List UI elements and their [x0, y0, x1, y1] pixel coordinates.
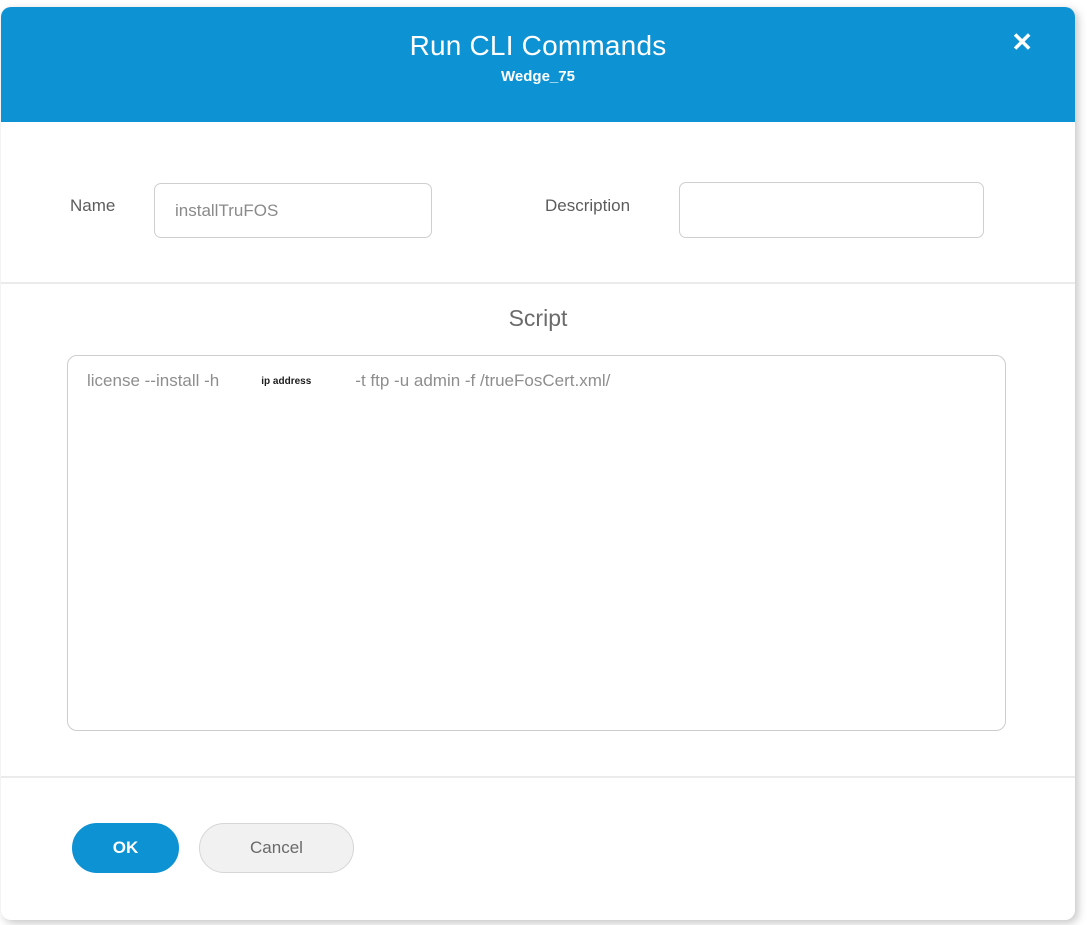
page-background: Run CLI Commands Wedge_75 ✕ Name Descrip… [0, 0, 1087, 925]
section-divider-top [1, 282, 1075, 284]
script-heading: Script [1, 305, 1075, 332]
close-icon[interactable]: ✕ [1011, 29, 1033, 55]
ok-button[interactable]: OK [72, 823, 179, 873]
script-command-part1: license --install -h [87, 371, 219, 390]
dialog-header: Run CLI Commands Wedge_75 ✕ [1, 7, 1075, 122]
section-divider-bottom [1, 776, 1075, 778]
dialog-subtitle-switch-name: Wedge_75 [1, 68, 1075, 85]
run-cli-commands-dialog: Run CLI Commands Wedge_75 ✕ Name Descrip… [1, 7, 1075, 920]
script-command-part2: -t ftp -u admin -f /trueFosCert.xml/ [355, 371, 610, 390]
description-label: Description [545, 196, 630, 216]
name-label: Name [70, 196, 115, 216]
dialog-title: Run CLI Commands [1, 7, 1075, 62]
script-ip-address-placeholder: ip address [261, 370, 311, 394]
cancel-button[interactable]: Cancel [199, 823, 354, 873]
description-input[interactable] [679, 182, 984, 238]
name-input[interactable] [154, 183, 432, 238]
script-input-area[interactable]: license --install -h ip address -t ftp -u … [67, 355, 1006, 731]
